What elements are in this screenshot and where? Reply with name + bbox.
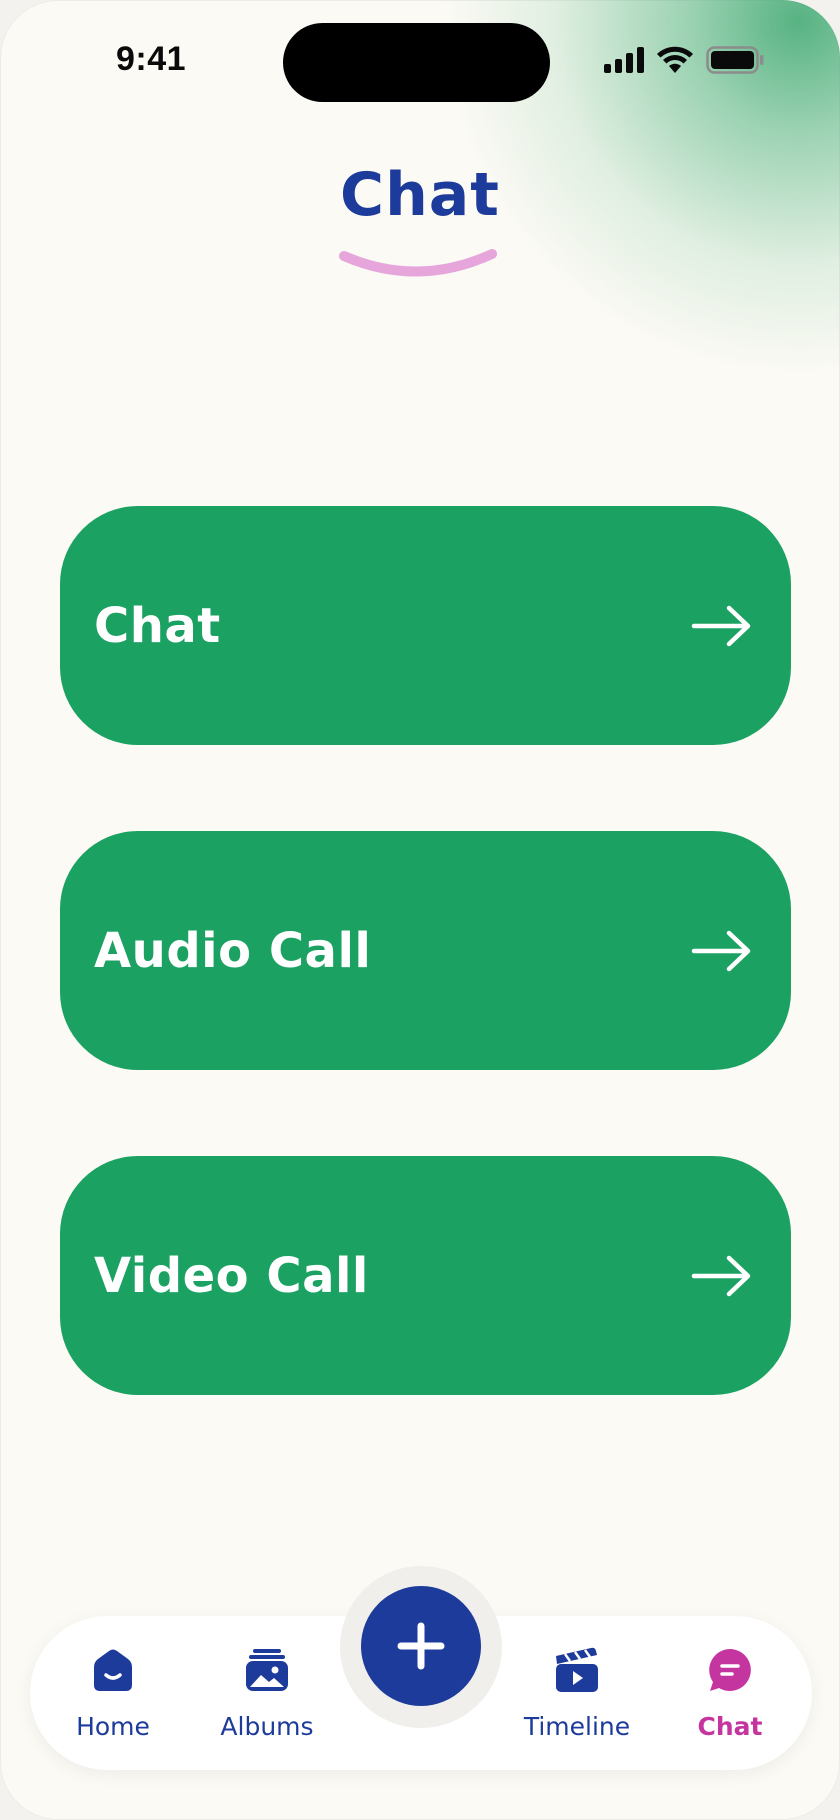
add-button[interactable] bbox=[361, 1586, 481, 1706]
nav-item-home[interactable]: Home bbox=[48, 1640, 178, 1760]
status-icons bbox=[604, 46, 764, 74]
chat-button[interactable]: Chat bbox=[60, 506, 791, 745]
video-call-button-label: Video Call bbox=[94, 1247, 369, 1304]
status-time: 9:41 bbox=[116, 40, 187, 78]
nav-label-albums: Albums bbox=[220, 1712, 314, 1741]
nav-item-albums[interactable]: Albums bbox=[202, 1640, 332, 1760]
video-call-button[interactable]: Video Call bbox=[60, 1156, 791, 1395]
title-underline-decoration bbox=[339, 249, 497, 277]
page-title: Chat bbox=[340, 160, 500, 230]
nav-item-chat[interactable]: Chat bbox=[665, 1640, 795, 1760]
battery-icon bbox=[706, 46, 764, 74]
plus-icon bbox=[397, 1622, 445, 1670]
chat-bubble-icon bbox=[709, 1649, 751, 1691]
nav-item-timeline[interactable]: Timeline bbox=[512, 1640, 642, 1760]
home-icon bbox=[94, 1649, 132, 1691]
audio-call-button-label: Audio Call bbox=[94, 922, 372, 979]
arrow-right-icon bbox=[691, 930, 751, 971]
cellular-signal-icon bbox=[604, 47, 644, 73]
chat-button-label: Chat bbox=[94, 597, 221, 654]
nav-label-chat: Chat bbox=[697, 1712, 763, 1741]
arrow-right-icon bbox=[691, 605, 751, 646]
nav-label-timeline: Timeline bbox=[523, 1712, 631, 1741]
wifi-icon bbox=[657, 46, 693, 73]
audio-call-button[interactable]: Audio Call bbox=[60, 831, 791, 1070]
nav-label-home: Home bbox=[76, 1712, 150, 1741]
dynamic-island bbox=[283, 23, 550, 102]
albums-icon bbox=[246, 1649, 288, 1691]
timeline-icon bbox=[556, 1647, 598, 1692]
arrow-right-icon bbox=[691, 1255, 751, 1296]
phone-screen: 9:41 Chat Chat Audio Call Video Call Hom… bbox=[0, 0, 840, 1820]
